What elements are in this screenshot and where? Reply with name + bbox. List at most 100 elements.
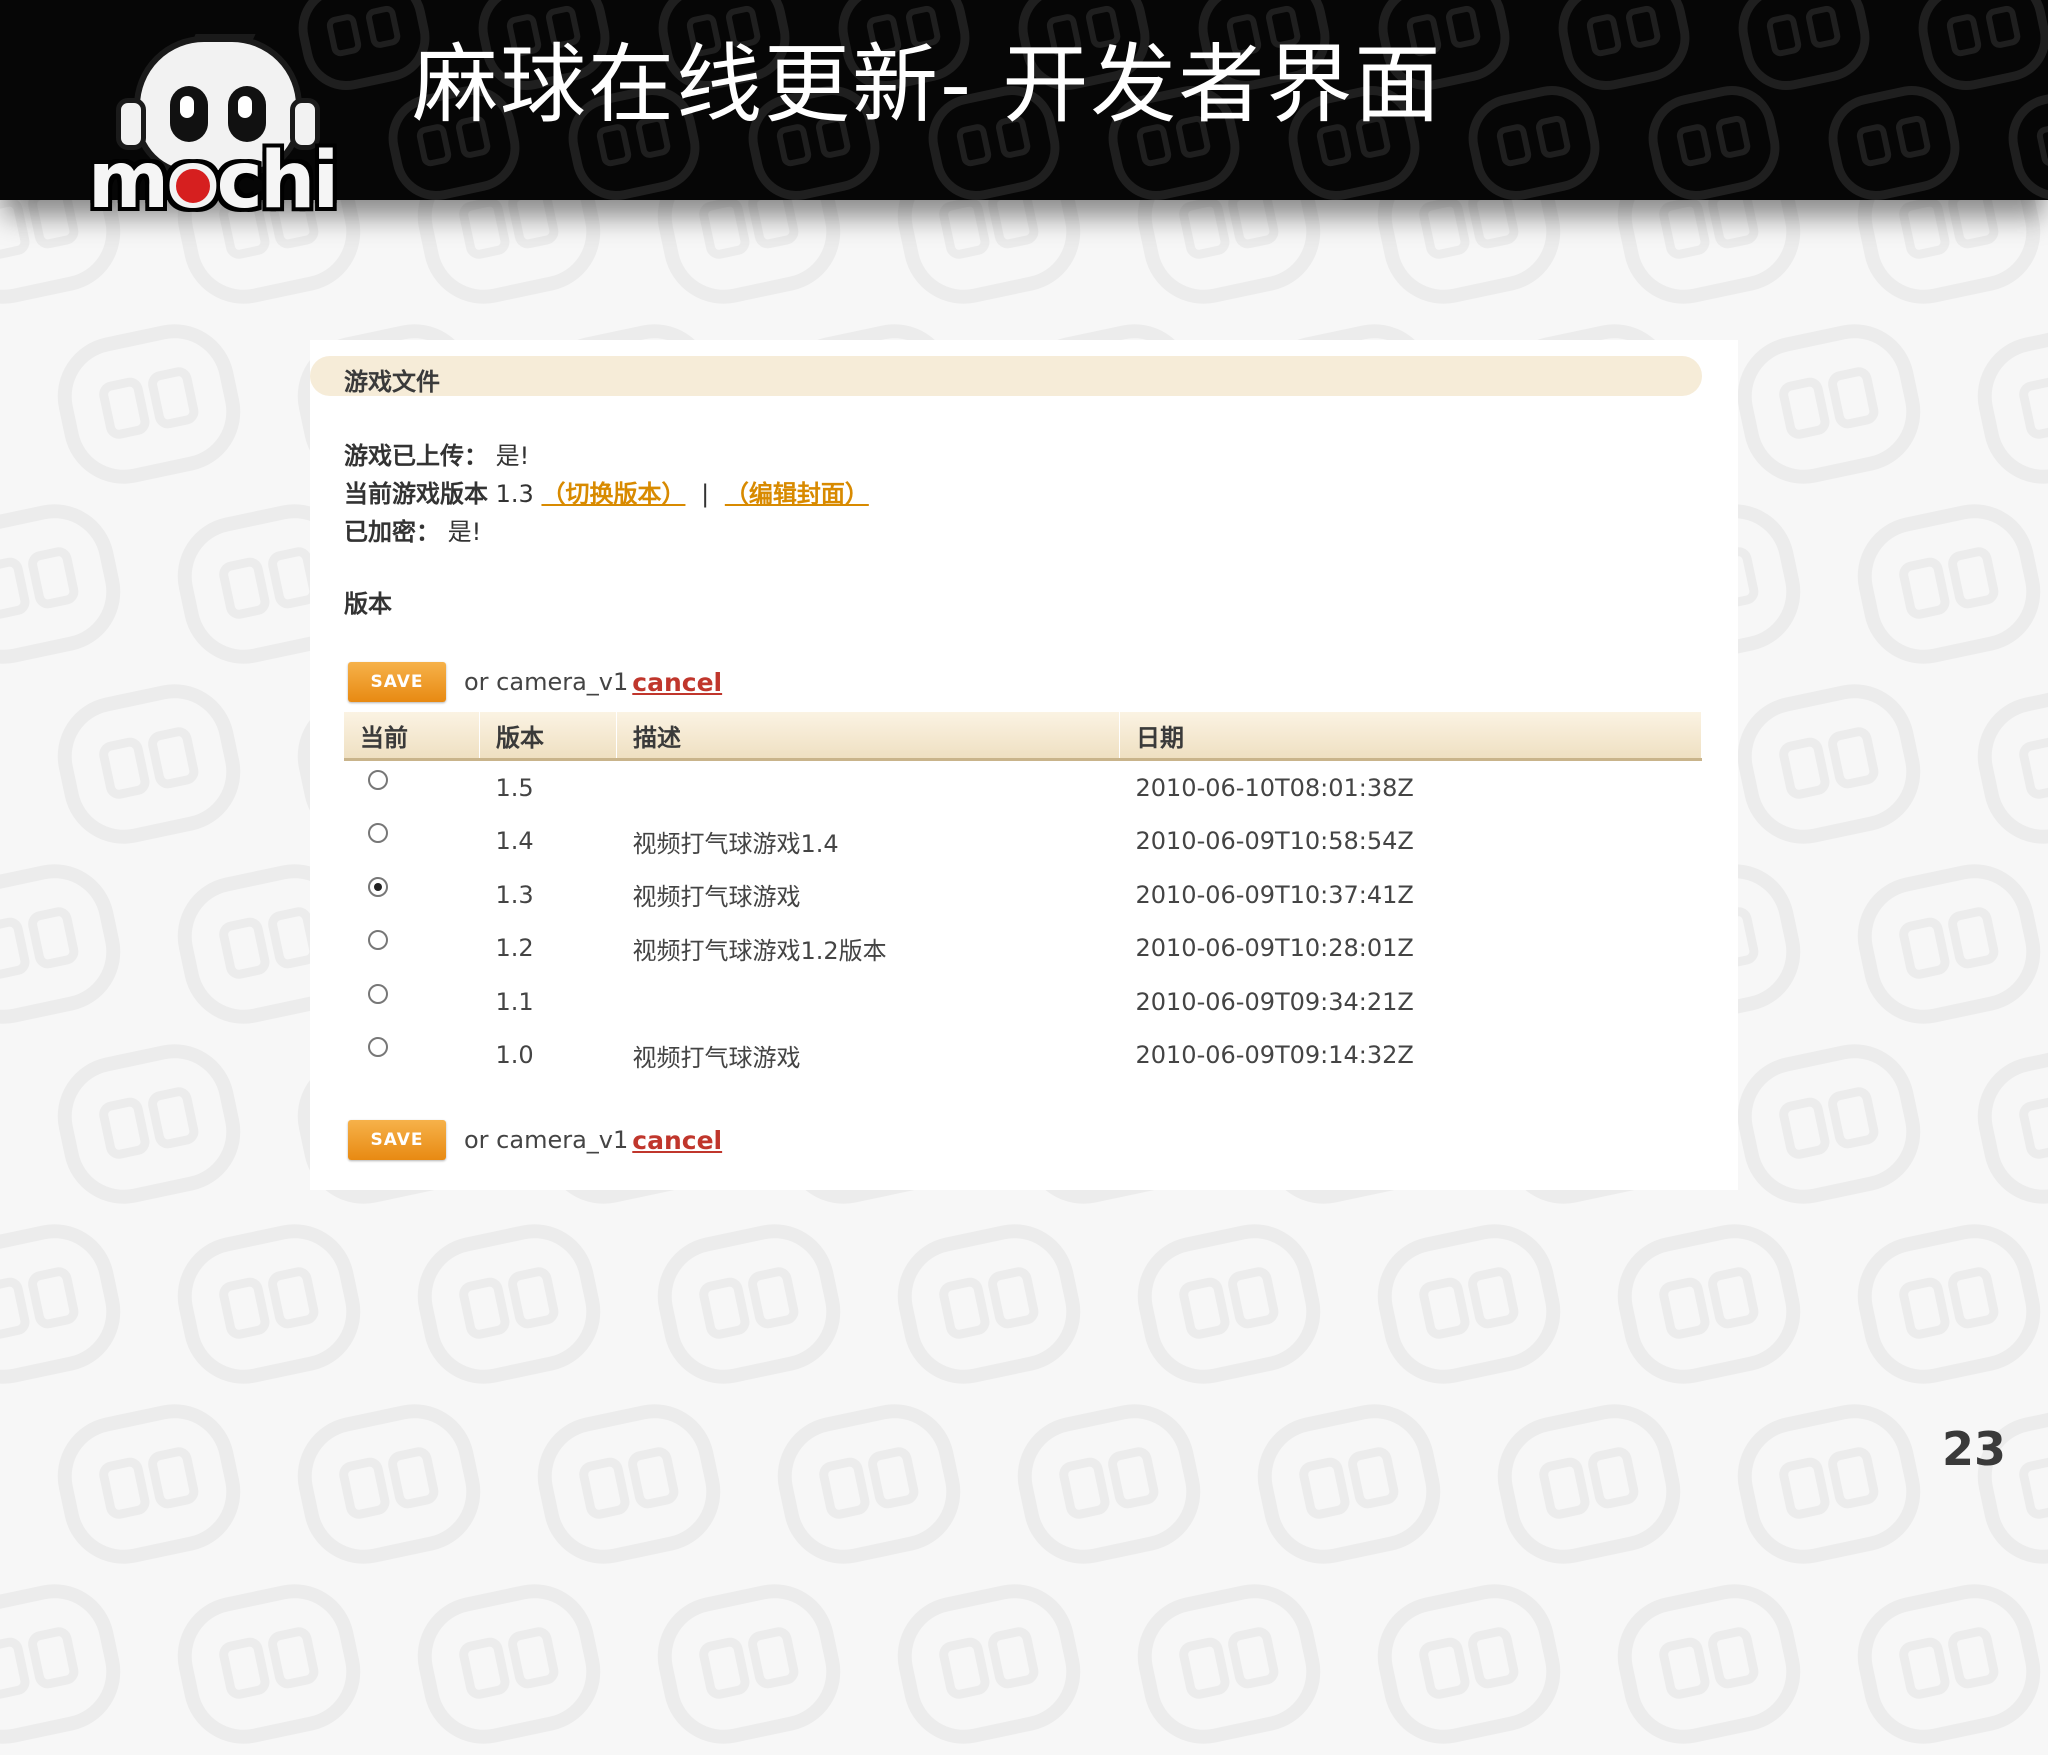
edit-cover-link[interactable]: （编辑封面） bbox=[725, 480, 869, 508]
watermark-mascot-icon bbox=[1726, 673, 1932, 855]
watermark-mascot-icon bbox=[1640, 77, 1788, 200]
watermark-mascot-icon bbox=[406, 1573, 612, 1755]
radio-button-icon[interactable] bbox=[368, 823, 388, 844]
watermark-mascot-icon bbox=[406, 1213, 612, 1395]
radio-button-icon[interactable] bbox=[368, 769, 388, 790]
switch-version-link[interactable]: （切换版本） bbox=[541, 480, 685, 508]
watermark-mascot-icon bbox=[1846, 853, 2048, 1035]
save-row-bottom: SAVE or camera_v1 cancel bbox=[348, 1120, 722, 1160]
watermark-mascot-icon bbox=[0, 493, 132, 675]
radio-button-icon[interactable] bbox=[368, 1037, 388, 1058]
watermark-mascot-icon bbox=[1966, 1033, 2048, 1215]
uploaded-status: 游戏已上传： 是! bbox=[344, 436, 529, 471]
developer-screenshot-panel: 游戏文件 游戏已上传： 是! 当前游戏版本 1.3 （切换版本） | （编辑封面… bbox=[310, 340, 1738, 1190]
save-button-top[interactable]: SAVE bbox=[348, 662, 446, 702]
watermark-mascot-icon bbox=[46, 673, 252, 855]
table-header-row: 当前 版本 描述 日期 bbox=[344, 712, 1702, 761]
current-version-line: 当前游戏版本 1.3 （切换版本） | （编辑封面） bbox=[344, 474, 869, 509]
encrypted-status: 已加密： 是! bbox=[344, 512, 481, 547]
watermark-mascot-icon bbox=[0, 853, 132, 1035]
radio-button-icon[interactable] bbox=[368, 930, 388, 951]
version-cell: 1.3 bbox=[495, 880, 534, 909]
table-row: 1.0 视频打气球游戏 2010-06-09T09:14:32Z bbox=[344, 1029, 1702, 1083]
watermark-mascot-icon bbox=[46, 1393, 252, 1575]
section-header-bar bbox=[310, 356, 1702, 396]
watermark-mascot-icon bbox=[1730, 0, 1878, 99]
section-title: 游戏文件 bbox=[344, 368, 440, 396]
watermark-mascot-icon bbox=[1246, 1393, 1452, 1575]
description-cell: 视频打气球游戏1.4 bbox=[632, 829, 839, 858]
description-cell: 视频打气球游戏 bbox=[632, 1043, 801, 1072]
watermark-mascot-icon bbox=[886, 1573, 1092, 1755]
mochi-logo-icon: mochi bbox=[76, 24, 348, 220]
description-cell bbox=[617, 975, 1120, 1029]
watermark-mascot-icon bbox=[0, 1213, 132, 1395]
watermark-mascot-icon bbox=[1846, 1213, 2048, 1395]
watermark-mascot-icon bbox=[1366, 1573, 1572, 1755]
watermark-mascot-icon bbox=[1460, 77, 1608, 200]
watermark-mascot-icon bbox=[1846, 493, 2048, 675]
versions-label: 版本 bbox=[344, 590, 392, 618]
table-row: 1.1 2010-06-09T09:34:21Z bbox=[344, 975, 1702, 1029]
description-cell: 视频打气球游戏1.2版本 bbox=[632, 936, 887, 965]
table-row: 1.5 2010-06-10T08:01:38Z bbox=[344, 760, 1702, 815]
watermark-mascot-icon bbox=[1726, 313, 1932, 495]
slide-title: 麻球在线更新- 开发者界面 bbox=[412, 35, 1443, 135]
version-cell: 1.1 bbox=[495, 987, 534, 1016]
watermark-mascot-icon bbox=[766, 1393, 972, 1575]
uploaded-value: 是! bbox=[495, 442, 530, 470]
watermark-mascot-icon bbox=[1550, 0, 1698, 99]
watermark-mascot-icon bbox=[1820, 77, 1968, 200]
save-button-bottom[interactable]: SAVE bbox=[348, 1120, 446, 1160]
cancel-link-bottom[interactable]: cancel bbox=[632, 1126, 722, 1155]
watermark-mascot-icon bbox=[166, 1573, 372, 1755]
watermark-mascot-icon bbox=[1966, 313, 2048, 495]
version-cell: 1.5 bbox=[495, 773, 534, 802]
description-cell bbox=[617, 760, 1120, 815]
watermark-mascot-icon bbox=[1726, 1393, 1932, 1575]
current-version-label: 当前游戏版本 bbox=[344, 480, 488, 508]
table-row: 1.2 视频打气球游戏1.2版本 2010-06-09T10:28:01Z bbox=[344, 922, 1702, 976]
cancel-link-top[interactable]: cancel bbox=[632, 668, 722, 697]
table-row: 1.3 视频打气球游戏 2010-06-09T10:37:41Z bbox=[344, 868, 1702, 922]
logo-red-dot bbox=[171, 164, 215, 208]
versions-table: 当前 版本 描述 日期 1.5 2010-06-10T08:01:38Z 1.4… bbox=[344, 712, 1702, 1082]
page-number: 23 bbox=[1941, 1422, 2006, 1476]
watermark-mascot-icon bbox=[1486, 1393, 1692, 1575]
watermark-mascot-icon bbox=[886, 1213, 1092, 1395]
radio-button-icon[interactable] bbox=[368, 983, 388, 1004]
watermark-mascot-icon bbox=[1966, 673, 2048, 855]
watermark-mascot-icon bbox=[646, 1573, 852, 1755]
date-cell: 2010-06-09T09:34:21Z bbox=[1135, 987, 1414, 1016]
watermark-mascot-icon bbox=[286, 1393, 492, 1575]
watermark-mascot-icon bbox=[1126, 1213, 1332, 1395]
watermark-mascot-icon bbox=[1126, 1573, 1332, 1755]
save-row-top: SAVE or camera_v1 cancel bbox=[348, 662, 722, 702]
watermark-mascot-icon bbox=[1606, 1213, 1812, 1395]
current-version-value: 1.3 bbox=[495, 480, 534, 508]
watermark-mascot-icon bbox=[526, 1393, 732, 1575]
watermark-mascot-icon bbox=[46, 1033, 252, 1215]
version-cell: 1.2 bbox=[495, 934, 534, 963]
watermark-mascot-icon bbox=[1910, 0, 2048, 99]
watermark-mascot-icon bbox=[646, 1213, 852, 1395]
date-cell: 2010-06-09T10:37:41Z bbox=[1135, 880, 1414, 909]
header-description: 描述 bbox=[616, 712, 1120, 761]
watermark-mascot-icon bbox=[1846, 1573, 2048, 1755]
or-text-top: or camera_v1 bbox=[464, 668, 629, 696]
watermark-mascot-icon bbox=[46, 313, 252, 495]
watermark-mascot-icon bbox=[166, 1213, 372, 1395]
watermark-mascot-icon bbox=[1006, 1393, 1212, 1575]
date-cell: 2010-06-09T10:58:54Z bbox=[1135, 827, 1414, 856]
encrypted-value: 是! bbox=[447, 518, 482, 546]
version-cell: 1.0 bbox=[495, 1041, 534, 1070]
header-current: 当前 bbox=[344, 712, 480, 761]
date-cell: 2010-06-09T10:28:01Z bbox=[1135, 934, 1414, 963]
watermark-mascot-icon bbox=[2000, 77, 2048, 200]
description-cell: 视频打气球游戏 bbox=[632, 883, 801, 912]
watermark-mascot-icon bbox=[1966, 1393, 2048, 1575]
table-row: 1.4 视频打气球游戏1.4 2010-06-09T10:58:54Z bbox=[344, 815, 1702, 869]
uploaded-label: 游戏已上传： bbox=[344, 442, 488, 470]
watermark-mascot-icon bbox=[1606, 1573, 1812, 1755]
radio-button-icon[interactable] bbox=[368, 876, 388, 897]
